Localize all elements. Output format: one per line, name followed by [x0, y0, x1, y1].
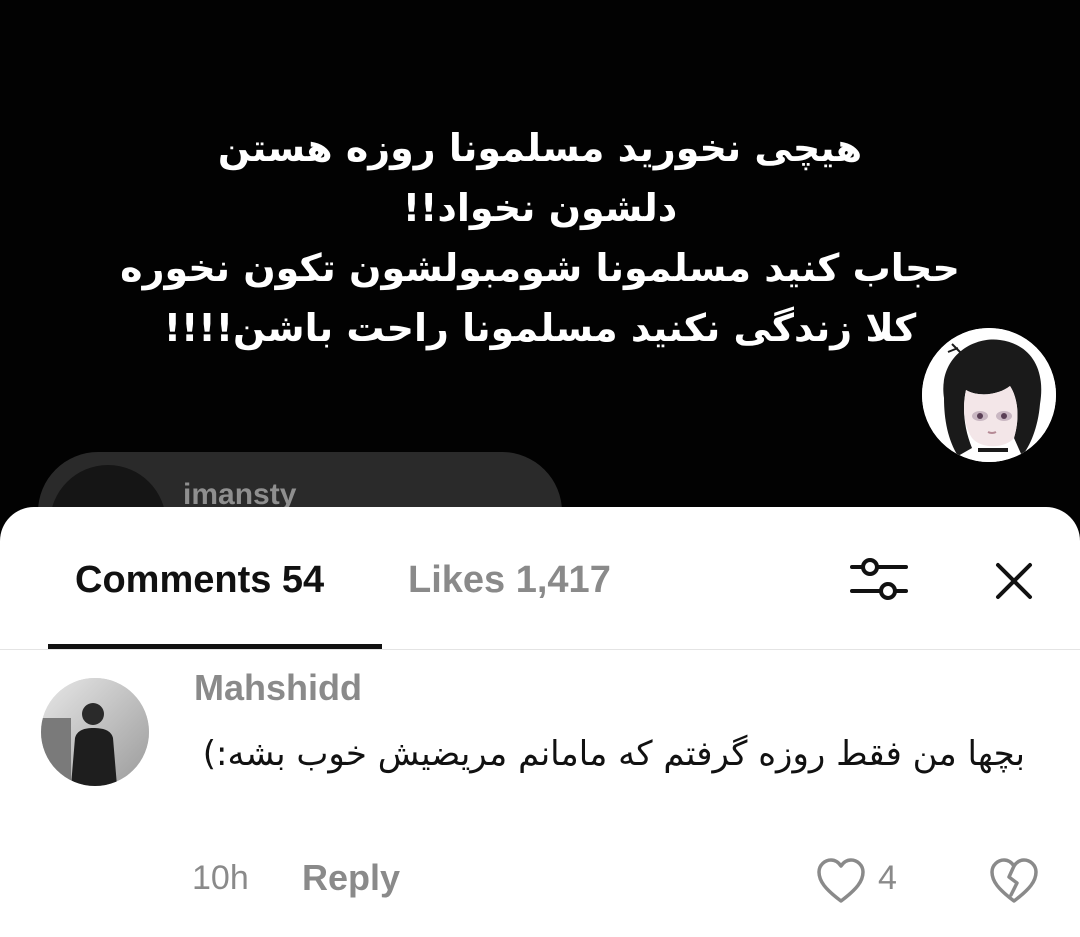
- overlay-line: دلشون نخواد!!: [402, 186, 678, 230]
- tab-divider: [0, 649, 1080, 650]
- comment-text: بچها من فقط روزه گرفتم که مامانم مریضیش …: [202, 734, 1025, 774]
- close-icon[interactable]: [990, 557, 1038, 605]
- creator-avatar[interactable]: [922, 328, 1056, 462]
- commenter-avatar[interactable]: [41, 678, 149, 786]
- filter-icon[interactable]: [848, 553, 910, 605]
- tab-comments[interactable]: Comments 54: [75, 559, 324, 602]
- broken-heart-icon[interactable]: [988, 857, 1040, 905]
- reply-button[interactable]: Reply: [302, 857, 400, 899]
- anime-avatar-icon: [922, 328, 1056, 462]
- like-count: 4: [878, 859, 897, 897]
- tab-likes[interactable]: Likes 1,417: [408, 559, 611, 602]
- comment-username[interactable]: Mahshidd: [194, 667, 362, 709]
- overlay-line: حجاب کنید مسلمونا شومبولشون تکون نخوره: [120, 246, 960, 290]
- overlay-line: هیچی نخورید مسلمونا روزه هستن: [217, 126, 863, 170]
- overlay-line: کلا زندگی نکنید مسلمونا راحت باشن!!!!: [163, 306, 917, 350]
- heart-outline-icon[interactable]: [815, 857, 867, 905]
- person-photo-icon: [41, 678, 149, 786]
- video-overlay-text: هیچی نخورید مسلمونا روزه هستن دلشون نخوا…: [0, 118, 1080, 358]
- comment-timestamp: 10h: [192, 859, 249, 897]
- comments-sheet: Comments 54 Likes 1,417 Mahshidd بچها من…: [0, 507, 1080, 937]
